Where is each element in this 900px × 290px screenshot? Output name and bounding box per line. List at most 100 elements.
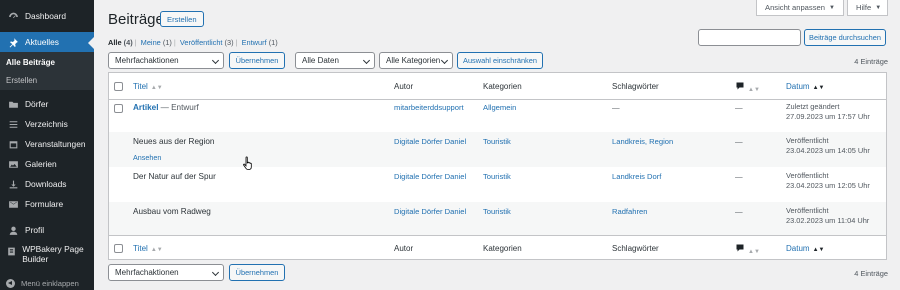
post-title-link[interactable]: Artikel [133, 103, 158, 112]
row-checkbox[interactable] [114, 104, 123, 113]
bulk-action-select[interactable]: Mehrfachaktionen [108, 52, 224, 69]
sidebar-item-label: Veranstaltungen [25, 139, 86, 149]
hand-cursor-icon [243, 156, 252, 170]
view-all[interactable]: Alle (4) [108, 38, 133, 47]
post-state: — Entwurf [160, 103, 199, 112]
post-status-views: Alle (4) | Meine (1) | Veröffentlicht (3) |… [108, 38, 278, 47]
tags-link[interactable]: Landkreis Dorf [612, 172, 661, 181]
column-comments-sort[interactable]: ▲▼ [735, 81, 760, 93]
comments-cell: — [735, 103, 743, 112]
chevron-down-icon [211, 56, 220, 65]
form-icon [6, 197, 20, 211]
add-new-post-button[interactable]: Erstellen [160, 11, 204, 27]
author-link[interactable]: Digitale Dörfer Daniel [394, 172, 466, 181]
sidebar-item-label: Dörfer [25, 99, 49, 109]
apply-bulk-action-button[interactable]: Übernehmen [229, 52, 285, 69]
bulk-action-value: Mehrfachaktionen [115, 268, 179, 277]
download-icon [6, 177, 20, 191]
table-row: Der Natur auf der Spur Digitale Dörfer D… [109, 167, 886, 202]
column-date-sort[interactable]: Datum ▲▼ [786, 244, 824, 253]
sort-icon: ▲▼ [748, 87, 760, 93]
sidebar-item-dashboard[interactable]: Dashboard [0, 6, 94, 26]
tags-link[interactable]: Landkreis, Region [612, 137, 673, 146]
sidebar-item-label: Aktuelles [25, 37, 59, 47]
table-footer: Titel ▲▼ Autor Kategorien Schlagwörter ▲▼… [109, 235, 886, 260]
tags-cell: — [612, 103, 620, 112]
sort-icon: ▲▼ [748, 249, 760, 255]
column-comments-sort[interactable]: ▲▼ [735, 243, 760, 255]
sidebar-item-galerien[interactable]: Galerien [0, 154, 94, 174]
collapse-menu-button[interactable]: Menü einklappen [0, 276, 94, 290]
sidebar-item-verzeichnis[interactable]: Verzeichnis [0, 114, 94, 134]
sidebar-item-label: Formulare [25, 199, 64, 209]
submenu-item-new-post[interactable]: Erstellen [6, 76, 37, 85]
apply-bulk-action-button-bottom[interactable]: Übernehmen [229, 264, 285, 281]
sidebar-item-formulare[interactable]: Formulare [0, 194, 94, 214]
select-all-checkbox[interactable] [114, 82, 123, 91]
column-date-sort[interactable]: Datum ▲▼ [786, 82, 824, 91]
date-filter-select[interactable]: Alle Daten [295, 52, 375, 69]
calendar-icon [6, 137, 20, 151]
column-author: Autor [394, 82, 414, 91]
sidebar-item-label: Galerien [25, 159, 57, 169]
date-cell: Veröffentlicht 23.04.2023 um 12:05 Uhr [786, 171, 870, 190]
category-link[interactable]: Allgemein [483, 103, 516, 112]
tags-link[interactable]: Radfahren [612, 207, 647, 216]
column-tags: Schlagwörter [612, 82, 659, 91]
author-link[interactable]: Digitale Dörfer Daniel [394, 137, 466, 146]
post-title-link[interactable]: Der Natur auf der Spur [133, 172, 216, 181]
pin-icon [6, 35, 20, 49]
select-all-checkbox[interactable] [114, 244, 123, 253]
category-link[interactable]: Touristik [483, 207, 511, 216]
category-filter-select[interactable]: Alle Kategorien [379, 52, 453, 69]
view-draft[interactable]: Entwurf (1) [242, 38, 278, 47]
gallery-icon [6, 157, 20, 171]
column-author: Autor [394, 244, 414, 253]
table-row: Artikel — Entwurf mitarbeiterddsupport A… [109, 100, 886, 132]
sidebar-item-doerfer[interactable]: Dörfer [0, 94, 94, 114]
filter-button[interactable]: Auswahl einschränken [457, 52, 543, 69]
screen-options-button[interactable]: Ansicht anpassen ▼ [756, 0, 844, 16]
sidebar-item-downloads[interactable]: Downloads [0, 174, 94, 194]
comments-cell: — [735, 207, 743, 216]
sidebar-item-label: WPBakery Page Builder [22, 244, 84, 264]
caret-down-icon: ▼ [828, 4, 835, 11]
list-icon [6, 117, 20, 131]
sidebar-item-label: Profil [25, 225, 45, 235]
sidebar-item-label: Dashboard [25, 11, 66, 21]
search-posts-button[interactable]: Beiträge durchsuchen [804, 29, 886, 46]
date-filter-value: Alle Daten [302, 56, 339, 65]
view-published[interactable]: Veröffentlicht (3) [180, 38, 234, 47]
chevron-down-icon [362, 56, 371, 65]
sidebar-item-label: Downloads [25, 179, 67, 189]
sidebar-item-wpbakery[interactable]: WPBakery Page Builder [0, 240, 94, 270]
column-title-sort[interactable]: Titel ▲▼ [133, 244, 163, 253]
admin-sidebar: Dashboard Aktuelles Alle Beiträge Erstel… [0, 0, 94, 290]
post-title-link[interactable]: Neues aus der Region [133, 137, 214, 146]
folder-icon [6, 97, 20, 111]
sort-icon: ▲▼ [812, 85, 825, 91]
date-cell: Veröffentlicht 23.04.2023 um 14:05 Uhr [786, 136, 870, 155]
help-label: Hilfe [856, 3, 872, 12]
category-link[interactable]: Touristik [483, 172, 511, 181]
view-mine[interactable]: Meine (1) [141, 38, 172, 47]
table-row: Ausbau vom Radweg Digitale Dörfer Daniel… [109, 202, 886, 235]
help-button[interactable]: Hilfe ▼ [847, 0, 888, 16]
search-input[interactable] [698, 29, 801, 46]
bulk-action-select-bottom[interactable]: Mehrfachaktionen [108, 264, 224, 281]
sort-icon: ▲▼ [150, 247, 163, 253]
author-link[interactable]: Digitale Dörfer Daniel [394, 207, 466, 216]
sidebar-item-veranstaltungen[interactable]: Veranstaltungen [0, 134, 94, 154]
column-title-sort[interactable]: Titel ▲▼ [133, 82, 163, 91]
submenu-item-all-posts[interactable]: Alle Beiträge [6, 58, 55, 67]
category-link[interactable]: Touristik [483, 137, 511, 146]
sort-icon: ▲▼ [150, 85, 163, 91]
author-link[interactable]: mitarbeiterddsupport [394, 103, 464, 112]
post-title-link[interactable]: Ausbau vom Radweg [133, 207, 211, 216]
builder-icon [6, 244, 17, 258]
sidebar-item-aktuelles[interactable]: Aktuelles [0, 32, 94, 52]
table-header: Titel ▲▼ Autor Kategorien Schlagwörter ▲▼… [109, 73, 886, 100]
view-post-link[interactable]: Ansehen [133, 153, 161, 162]
comment-icon [736, 82, 744, 90]
sidebar-item-profil[interactable]: Profil [0, 220, 94, 240]
